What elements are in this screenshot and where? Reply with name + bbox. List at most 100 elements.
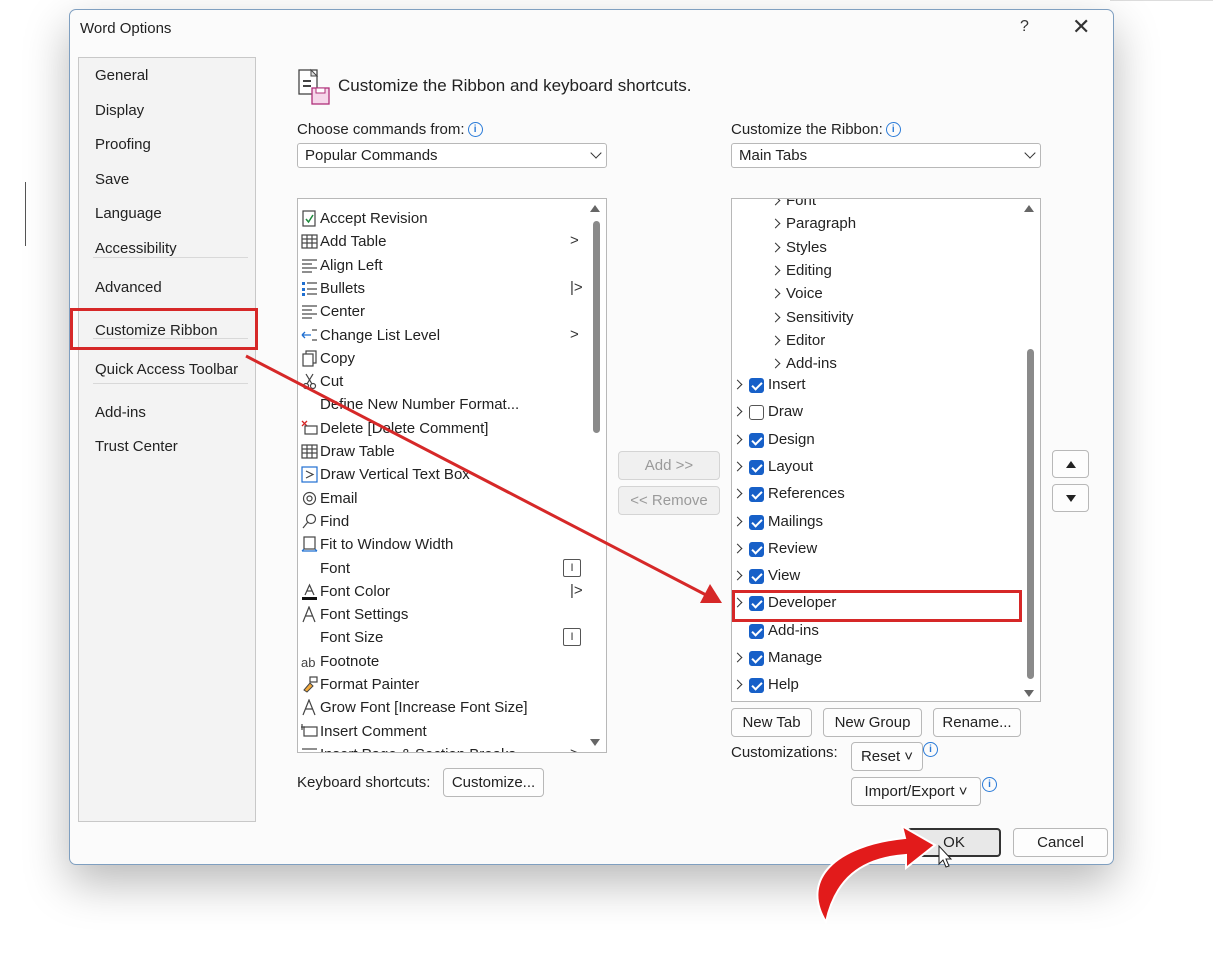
ribbon-tab-item[interactable]: Review	[732, 537, 1040, 564]
command-item[interactable]: Insert Page & Section Breaks >	[298, 743, 606, 752]
cancel-button[interactable]: Cancel	[1013, 828, 1108, 857]
chevron-right-icon[interactable]	[770, 358, 781, 369]
chevron-right-icon[interactable]	[770, 265, 781, 276]
rename-button[interactable]: Rename...	[933, 708, 1021, 737]
command-item[interactable]: Grow Font [Increase Font Size]	[298, 696, 606, 719]
chevron-right-icon[interactable]	[732, 679, 743, 690]
command-item[interactable]: Change List Level >	[298, 324, 606, 347]
help-button[interactable]: ?	[1020, 18, 1029, 36]
customize-ribbon-select[interactable]: Main Tabs	[731, 143, 1041, 168]
chevron-right-icon[interactable]	[770, 335, 781, 346]
ribbon-tab-item[interactable]: View	[732, 564, 1040, 591]
command-item[interactable]: Fit to Window Width	[298, 533, 606, 556]
sidebar-item-advanced[interactable]: Advanced	[95, 279, 162, 296]
sidebar-item-trust-center[interactable]: Trust Center	[95, 438, 178, 455]
command-item[interactable]: Email	[298, 487, 606, 510]
info-icon[interactable]: i	[885, 122, 901, 137]
sidebar-item-general[interactable]: General	[95, 67, 148, 84]
customize-shortcuts-button[interactable]: Customize...	[443, 768, 544, 797]
ribbon-tab-item[interactable]: Mailings	[732, 510, 1040, 537]
checkbox-checked[interactable]	[749, 459, 764, 475]
checkbox-checked[interactable]	[749, 514, 764, 530]
checkbox-checked[interactable]	[749, 623, 764, 639]
command-item[interactable]: Draw Vertical Text Box	[298, 463, 606, 486]
command-item[interactable]: Font Color |>	[298, 580, 606, 603]
move-up-button[interactable]	[1052, 450, 1089, 478]
checkbox-checked[interactable]	[749, 678, 764, 694]
close-button[interactable]: ✕	[1072, 14, 1090, 40]
command-item[interactable]: Insert Comment	[298, 720, 606, 743]
command-item[interactable]: Accept Revision	[298, 207, 606, 230]
remove-button[interactable]: << Remove	[618, 486, 720, 515]
sidebar-item-quick-access-toolbar[interactable]: Quick Access Toolbar	[95, 361, 238, 378]
command-item[interactable]: Cut	[298, 370, 606, 393]
checkbox-checked[interactable]	[749, 651, 764, 666]
command-item[interactable]: Add Table >	[298, 230, 606, 253]
chevron-right-icon[interactable]	[732, 652, 743, 663]
commands-list[interactable]: Accept Revision Add Table > Align Left Bulle…	[297, 198, 607, 753]
command-item[interactable]: Font Size I	[298, 626, 606, 649]
chevron-right-icon[interactable]	[732, 488, 743, 499]
chevron-right-icon[interactable]	[732, 570, 743, 581]
accept-revision-icon	[301, 210, 318, 227]
chevron-right-icon[interactable]	[770, 199, 781, 206]
chevron-right-icon[interactable]	[770, 312, 781, 322]
chevron-right-icon[interactable]	[770, 218, 781, 229]
ribbon-tab-item[interactable]: Add-ins	[732, 619, 1040, 646]
command-item[interactable]: Copy	[298, 347, 606, 370]
command-label: Insert Comment	[320, 722, 427, 740]
sidebar-item-proofing[interactable]: Proofing	[95, 136, 151, 153]
checkbox-checked[interactable]	[749, 378, 764, 393]
checkbox-checked[interactable]	[749, 432, 764, 448]
chevron-right-icon[interactable]	[732, 406, 743, 417]
chevron-right-icon[interactable]	[732, 434, 743, 445]
command-item[interactable]: Format Painter	[298, 673, 606, 696]
ribbon-tabs-tree[interactable]: Font Paragraph Styles Editing Voice Sensitivi…	[731, 198, 1041, 702]
command-item[interactable]: Align Left	[298, 254, 606, 277]
choose-commands-select[interactable]: Popular Commands	[297, 143, 607, 168]
sidebar-item-accessibility[interactable]: Accessibility	[95, 240, 177, 257]
chevron-right-icon[interactable]	[732, 543, 743, 554]
command-item[interactable]: Bullets |>	[298, 277, 606, 300]
info-icon[interactable]: i	[982, 777, 997, 792]
sidebar-item-display[interactable]: Display	[95, 102, 144, 119]
command-item[interactable]: Find	[298, 510, 606, 533]
info-icon[interactable]: i	[467, 122, 483, 137]
command-item[interactable]: Font Settings	[298, 603, 606, 626]
ribbon-tab-item[interactable]: Layout	[732, 455, 1040, 482]
chevron-right-icon[interactable]	[732, 516, 743, 526]
command-label: Grow Font [Increase Font Size]	[320, 699, 528, 717]
ribbon-tab-item[interactable]: Manage	[732, 646, 1040, 673]
ribbon-tab-item[interactable]: Help	[732, 673, 1040, 700]
command-item[interactable]: Delete [Delete Comment]	[298, 417, 606, 440]
sidebar-item-add-ins[interactable]: Add-ins	[95, 404, 146, 421]
checkbox-unchecked[interactable]	[749, 405, 764, 421]
chevron-right-icon[interactable]	[732, 379, 743, 390]
ribbon-tab-item[interactable]: Design	[732, 428, 1040, 455]
ok-button[interactable]: OK	[907, 828, 1001, 857]
new-group-button[interactable]: New Group	[823, 708, 922, 737]
chevron-right-icon[interactable]	[770, 242, 781, 253]
ribbon-tab-item[interactable]: Draw	[732, 400, 1040, 427]
reset-button[interactable]: Reset ˅	[851, 742, 923, 771]
info-icon[interactable]: i	[923, 742, 938, 757]
command-item[interactable]: Center	[298, 300, 606, 323]
checkbox-checked[interactable]	[749, 569, 764, 585]
add-button[interactable]: Add >>	[618, 451, 720, 480]
new-tab-button[interactable]: New Tab	[731, 708, 812, 737]
ribbon-tab-item[interactable]: References	[732, 482, 1040, 509]
checkbox-checked[interactable]	[749, 541, 764, 557]
ribbon-tab-item[interactable]: Insert	[732, 373, 1040, 400]
sidebar-item-language[interactable]: Language	[95, 205, 162, 222]
command-item[interactable]: Draw Table	[298, 440, 606, 463]
import-export-button[interactable]: Import/Export ˅	[851, 777, 981, 806]
command-item[interactable]: Define New Number Format...	[298, 393, 606, 416]
chevron-right-icon[interactable]	[732, 461, 743, 472]
sidebar-item-save[interactable]: Save	[95, 171, 129, 188]
chevron-right-icon[interactable]	[770, 288, 781, 299]
move-down-button[interactable]	[1052, 484, 1089, 512]
command-item[interactable]: ab Footnote	[298, 650, 606, 673]
page-break-icon	[301, 746, 318, 752]
checkbox-checked[interactable]	[749, 487, 764, 503]
command-item[interactable]: Font I	[298, 557, 606, 580]
